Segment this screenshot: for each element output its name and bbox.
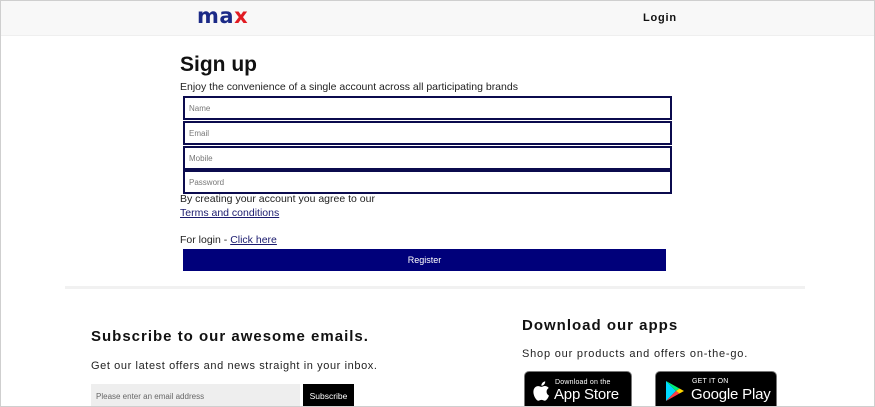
apps-title: Download our apps [522, 317, 679, 334]
click-here-link[interactable]: Click here [230, 234, 277, 246]
section-divider [65, 286, 805, 289]
google-play-badge[interactable]: GET IT ON Google Play [655, 371, 777, 406]
register-button[interactable]: Register [183, 249, 666, 271]
max-logo[interactable]: max [197, 4, 248, 28]
google-play-icon [666, 381, 684, 401]
email-field[interactable] [183, 121, 672, 145]
agree-text: By creating your account you agree to ou… [180, 193, 375, 205]
apple-icon [533, 381, 549, 401]
name-field[interactable] [183, 96, 672, 120]
mobile-field[interactable] [183, 146, 672, 170]
google-play-small-label: GET IT ON [692, 378, 729, 385]
login-prompt: For login - Click here [180, 234, 277, 246]
terms-link[interactable]: Terms and conditions [180, 207, 279, 219]
signup-subtitle: Enjoy the convenience of a single accoun… [180, 81, 518, 93]
google-play-label: Google Play [691, 386, 771, 403]
app-store-badge[interactable]: Download on the App Store [524, 371, 632, 406]
subscribe-text: Get our latest offers and news straight … [91, 360, 378, 372]
newsletter-email-input[interactable] [91, 384, 300, 406]
site-header: max Login [1, 1, 874, 36]
login-prompt-label: For login - [180, 234, 231, 246]
app-store-label: App Store [554, 386, 619, 403]
subscribe-title: Subscribe to our awesome emails. [91, 328, 369, 345]
app-store-small-label: Download on the [555, 379, 611, 386]
login-link[interactable]: Login [643, 12, 677, 24]
subscribe-button[interactable]: Subscribe [303, 384, 354, 406]
password-field[interactable] [183, 170, 672, 194]
page-frame: max Login Sign up Enjoy the convenience … [0, 0, 875, 407]
page-title: Sign up [180, 53, 257, 76]
logo-part-x: x [234, 4, 249, 28]
logo-part-ma: ma [197, 4, 235, 28]
apps-text: Shop our products and offers on-the-go. [522, 348, 749, 360]
